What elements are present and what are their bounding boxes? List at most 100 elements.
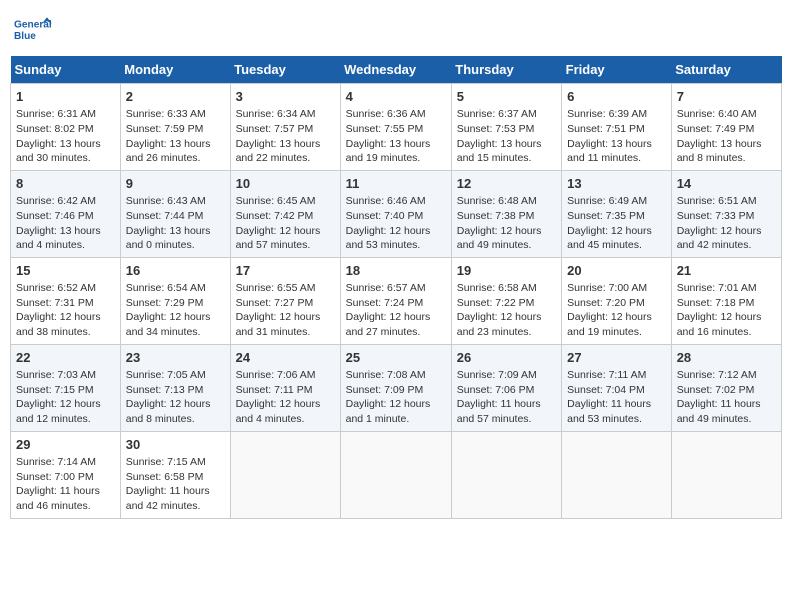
calendar-cell — [562, 431, 672, 518]
day-number: 23 — [126, 349, 225, 367]
day-number: 15 — [16, 262, 115, 280]
day-number: 2 — [126, 88, 225, 106]
calendar-cell: 16Sunrise: 6:54 AM Sunset: 7:29 PM Dayli… — [120, 257, 230, 344]
day-number: 12 — [457, 175, 556, 193]
day-number: 10 — [236, 175, 335, 193]
calendar-cell — [230, 431, 340, 518]
calendar-cell — [451, 431, 561, 518]
day-info: Sunrise: 6:37 AM Sunset: 7:53 PM Dayligh… — [457, 107, 556, 166]
calendar-cell: 10Sunrise: 6:45 AM Sunset: 7:42 PM Dayli… — [230, 170, 340, 257]
calendar-cell: 19Sunrise: 6:58 AM Sunset: 7:22 PM Dayli… — [451, 257, 561, 344]
calendar-cell: 11Sunrise: 6:46 AM Sunset: 7:40 PM Dayli… — [340, 170, 451, 257]
calendar-cell: 23Sunrise: 7:05 AM Sunset: 7:13 PM Dayli… — [120, 344, 230, 431]
day-info: Sunrise: 7:12 AM Sunset: 7:02 PM Dayligh… — [677, 368, 776, 427]
day-info: Sunrise: 6:57 AM Sunset: 7:24 PM Dayligh… — [346, 281, 446, 340]
calendar-week-row: 22Sunrise: 7:03 AM Sunset: 7:15 PM Dayli… — [11, 344, 782, 431]
day-number: 1 — [16, 88, 115, 106]
header-row: SundayMondayTuesdayWednesdayThursdayFrid… — [11, 56, 782, 84]
calendar-cell: 29Sunrise: 7:14 AM Sunset: 7:00 PM Dayli… — [11, 431, 121, 518]
day-info: Sunrise: 7:03 AM Sunset: 7:15 PM Dayligh… — [16, 368, 115, 427]
calendar-cell: 18Sunrise: 6:57 AM Sunset: 7:24 PM Dayli… — [340, 257, 451, 344]
day-info: Sunrise: 6:34 AM Sunset: 7:57 PM Dayligh… — [236, 107, 335, 166]
day-number: 13 — [567, 175, 666, 193]
day-info: Sunrise: 7:00 AM Sunset: 7:20 PM Dayligh… — [567, 281, 666, 340]
calendar-cell: 25Sunrise: 7:08 AM Sunset: 7:09 PM Dayli… — [340, 344, 451, 431]
day-info: Sunrise: 7:06 AM Sunset: 7:11 PM Dayligh… — [236, 368, 335, 427]
calendar-cell: 4Sunrise: 6:36 AM Sunset: 7:55 PM Daylig… — [340, 84, 451, 171]
day-info: Sunrise: 6:39 AM Sunset: 7:51 PM Dayligh… — [567, 107, 666, 166]
day-number: 16 — [126, 262, 225, 280]
col-header-monday: Monday — [120, 56, 230, 84]
col-header-thursday: Thursday — [451, 56, 561, 84]
day-number: 22 — [16, 349, 115, 367]
calendar-cell: 20Sunrise: 7:00 AM Sunset: 7:20 PM Dayli… — [562, 257, 672, 344]
day-number: 5 — [457, 88, 556, 106]
day-info: Sunrise: 7:14 AM Sunset: 7:00 PM Dayligh… — [16, 455, 115, 514]
day-info: Sunrise: 6:46 AM Sunset: 7:40 PM Dayligh… — [346, 194, 446, 253]
day-number: 9 — [126, 175, 225, 193]
calendar-cell: 21Sunrise: 7:01 AM Sunset: 7:18 PM Dayli… — [671, 257, 781, 344]
day-number: 26 — [457, 349, 556, 367]
calendar-cell: 27Sunrise: 7:11 AM Sunset: 7:04 PM Dayli… — [562, 344, 672, 431]
calendar-cell: 6Sunrise: 6:39 AM Sunset: 7:51 PM Daylig… — [562, 84, 672, 171]
day-number: 7 — [677, 88, 776, 106]
calendar-cell — [340, 431, 451, 518]
logo-svg: General Blue — [14, 10, 52, 48]
day-number: 4 — [346, 88, 446, 106]
day-info: Sunrise: 6:51 AM Sunset: 7:33 PM Dayligh… — [677, 194, 776, 253]
calendar-cell: 12Sunrise: 6:48 AM Sunset: 7:38 PM Dayli… — [451, 170, 561, 257]
calendar-cell: 3Sunrise: 6:34 AM Sunset: 7:57 PM Daylig… — [230, 84, 340, 171]
day-info: Sunrise: 6:52 AM Sunset: 7:31 PM Dayligh… — [16, 281, 115, 340]
day-number: 30 — [126, 436, 225, 454]
day-number: 11 — [346, 175, 446, 193]
day-info: Sunrise: 6:48 AM Sunset: 7:38 PM Dayligh… — [457, 194, 556, 253]
calendar-cell: 22Sunrise: 7:03 AM Sunset: 7:15 PM Dayli… — [11, 344, 121, 431]
svg-text:Blue: Blue — [14, 31, 36, 42]
day-info: Sunrise: 6:31 AM Sunset: 8:02 PM Dayligh… — [16, 107, 115, 166]
day-number: 24 — [236, 349, 335, 367]
day-info: Sunrise: 6:55 AM Sunset: 7:27 PM Dayligh… — [236, 281, 335, 340]
calendar-header: SundayMondayTuesdayWednesdayThursdayFrid… — [11, 56, 782, 84]
logo: General Blue — [14, 10, 52, 48]
day-number: 20 — [567, 262, 666, 280]
col-header-friday: Friday — [562, 56, 672, 84]
day-info: Sunrise: 7:05 AM Sunset: 7:13 PM Dayligh… — [126, 368, 225, 427]
day-info: Sunrise: 6:45 AM Sunset: 7:42 PM Dayligh… — [236, 194, 335, 253]
day-info: Sunrise: 6:58 AM Sunset: 7:22 PM Dayligh… — [457, 281, 556, 340]
day-number: 3 — [236, 88, 335, 106]
day-info: Sunrise: 6:40 AM Sunset: 7:49 PM Dayligh… — [677, 107, 776, 166]
calendar-body: 1Sunrise: 6:31 AM Sunset: 8:02 PM Daylig… — [11, 84, 782, 519]
day-number: 6 — [567, 88, 666, 106]
calendar-cell — [671, 431, 781, 518]
page-header: General Blue — [10, 10, 782, 48]
calendar-cell: 30Sunrise: 7:15 AM Sunset: 6:58 PM Dayli… — [120, 431, 230, 518]
col-header-tuesday: Tuesday — [230, 56, 340, 84]
calendar-cell: 24Sunrise: 7:06 AM Sunset: 7:11 PM Dayli… — [230, 344, 340, 431]
calendar-cell: 9Sunrise: 6:43 AM Sunset: 7:44 PM Daylig… — [120, 170, 230, 257]
day-info: Sunrise: 6:49 AM Sunset: 7:35 PM Dayligh… — [567, 194, 666, 253]
calendar-cell: 8Sunrise: 6:42 AM Sunset: 7:46 PM Daylig… — [11, 170, 121, 257]
calendar-week-row: 29Sunrise: 7:14 AM Sunset: 7:00 PM Dayli… — [11, 431, 782, 518]
calendar-cell: 1Sunrise: 6:31 AM Sunset: 8:02 PM Daylig… — [11, 84, 121, 171]
day-number: 25 — [346, 349, 446, 367]
calendar-table: SundayMondayTuesdayWednesdayThursdayFrid… — [10, 56, 782, 519]
day-info: Sunrise: 6:42 AM Sunset: 7:46 PM Dayligh… — [16, 194, 115, 253]
day-info: Sunrise: 6:54 AM Sunset: 7:29 PM Dayligh… — [126, 281, 225, 340]
day-number: 28 — [677, 349, 776, 367]
day-info: Sunrise: 6:43 AM Sunset: 7:44 PM Dayligh… — [126, 194, 225, 253]
col-header-wednesday: Wednesday — [340, 56, 451, 84]
calendar-cell: 15Sunrise: 6:52 AM Sunset: 7:31 PM Dayli… — [11, 257, 121, 344]
calendar-cell: 26Sunrise: 7:09 AM Sunset: 7:06 PM Dayli… — [451, 344, 561, 431]
calendar-cell: 5Sunrise: 6:37 AM Sunset: 7:53 PM Daylig… — [451, 84, 561, 171]
day-number: 18 — [346, 262, 446, 280]
day-number: 8 — [16, 175, 115, 193]
day-number: 27 — [567, 349, 666, 367]
calendar-cell: 7Sunrise: 6:40 AM Sunset: 7:49 PM Daylig… — [671, 84, 781, 171]
calendar-cell: 14Sunrise: 6:51 AM Sunset: 7:33 PM Dayli… — [671, 170, 781, 257]
day-number: 17 — [236, 262, 335, 280]
col-header-saturday: Saturday — [671, 56, 781, 84]
day-info: Sunrise: 7:09 AM Sunset: 7:06 PM Dayligh… — [457, 368, 556, 427]
calendar-cell: 17Sunrise: 6:55 AM Sunset: 7:27 PM Dayli… — [230, 257, 340, 344]
calendar-week-row: 8Sunrise: 6:42 AM Sunset: 7:46 PM Daylig… — [11, 170, 782, 257]
day-info: Sunrise: 7:15 AM Sunset: 6:58 PM Dayligh… — [126, 455, 225, 514]
